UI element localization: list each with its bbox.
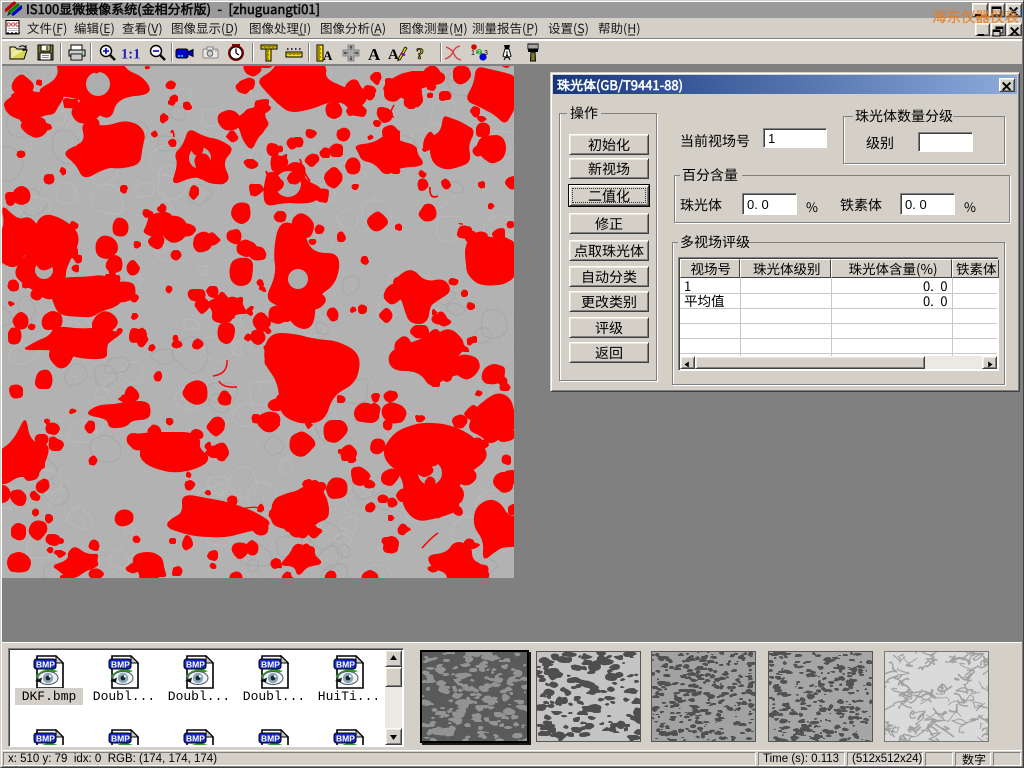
svg-text:A: A: [388, 47, 399, 63]
svg-text:BMP: BMP: [336, 733, 355, 743]
svg-text:BMP: BMP: [186, 733, 205, 743]
svg-text:BMP: BMP: [111, 733, 130, 743]
svg-text:A: A: [368, 45, 381, 63]
svg-text:BMP: BMP: [186, 659, 205, 669]
svg-text:?: ?: [416, 46, 424, 63]
svg-text:BMP: BMP: [261, 733, 280, 743]
svg-text:A: A: [323, 48, 333, 63]
svg-text:BMP: BMP: [261, 659, 280, 669]
svg-text:BMP: BMP: [36, 733, 55, 743]
svg-text:BMP: BMP: [36, 659, 55, 669]
svg-text:BMP: BMP: [111, 659, 130, 669]
svg-text:1:1: 1:1: [121, 47, 140, 63]
svg-text:DOC: DOC: [7, 23, 19, 29]
svg-text:BMP: BMP: [336, 659, 355, 669]
svg-text:2: 2: [477, 50, 481, 57]
svg-text:1: 1: [471, 50, 475, 57]
svg-text:3: 3: [484, 50, 488, 57]
